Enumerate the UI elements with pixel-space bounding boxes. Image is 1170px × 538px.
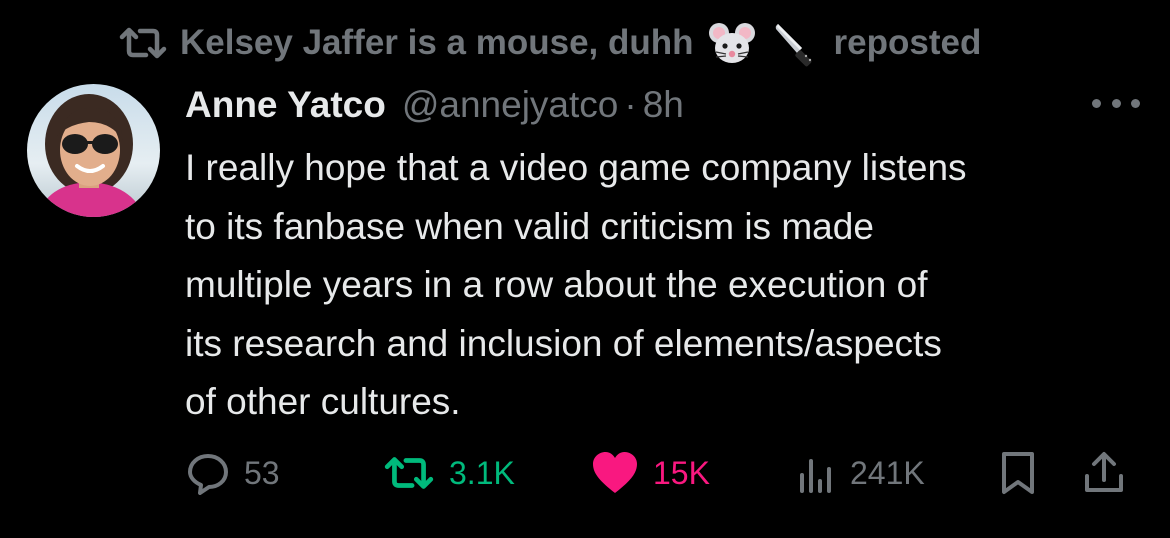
reply-icon bbox=[186, 451, 230, 495]
post-timestamp[interactable]: 8h bbox=[643, 84, 684, 126]
share-icon bbox=[1082, 450, 1126, 496]
mouse-face-emoji bbox=[708, 19, 756, 67]
separator-dot: · bbox=[624, 84, 637, 125]
repost-count: 3.1K bbox=[449, 454, 515, 491]
kitchen-knife-emoji bbox=[770, 19, 818, 67]
user-handle[interactable]: @annejyatco bbox=[402, 84, 619, 126]
bookmark-icon bbox=[998, 450, 1038, 496]
more-options-icon[interactable] bbox=[1092, 92, 1140, 114]
post-text-line: I really hope that a video game company … bbox=[185, 147, 967, 188]
reply-button[interactable]: 53 bbox=[186, 447, 280, 499]
views-button[interactable]: 241K bbox=[796, 447, 925, 499]
heart-icon bbox=[591, 451, 639, 495]
like-count: 15K bbox=[653, 454, 710, 491]
post-header: Anne Yatco @annejyatco · 8h bbox=[185, 80, 684, 130]
bookmark-button[interactable] bbox=[998, 447, 1038, 499]
reposted-label: reposted bbox=[833, 23, 982, 62]
reposter-name[interactable]: Kelsey Jaffer is a mouse, duhh bbox=[180, 23, 694, 63]
post-text-line: multiple years in a row about the execut… bbox=[185, 264, 928, 305]
repost-icon bbox=[383, 453, 435, 493]
more-dot bbox=[1111, 98, 1121, 108]
display-name[interactable]: Anne Yatco bbox=[185, 84, 386, 126]
action-bar: 53 3.1K 15K 241K bbox=[0, 447, 1170, 499]
avatar[interactable] bbox=[27, 84, 160, 217]
reply-count: 53 bbox=[244, 454, 280, 491]
views-bar-chart-icon bbox=[796, 451, 836, 495]
views-count: 241K bbox=[850, 454, 925, 491]
share-button[interactable] bbox=[1082, 447, 1126, 499]
post-text-line: of other cultures. bbox=[185, 381, 461, 422]
more-dot bbox=[1092, 98, 1101, 108]
repost-header: Kelsey Jaffer is a mouse, duhh reposted bbox=[118, 19, 982, 67]
repost-button[interactable]: 3.1K bbox=[383, 447, 515, 499]
post-text: I really hope that a video game company … bbox=[185, 139, 1155, 432]
post-text-line: its research and inclusion of elements/a… bbox=[185, 322, 942, 364]
more-dot bbox=[1131, 98, 1140, 108]
like-button[interactable]: 15K bbox=[591, 447, 710, 499]
repost-icon bbox=[118, 23, 168, 63]
post-text-line: to its fanbase when valid criticism is m… bbox=[185, 205, 874, 247]
